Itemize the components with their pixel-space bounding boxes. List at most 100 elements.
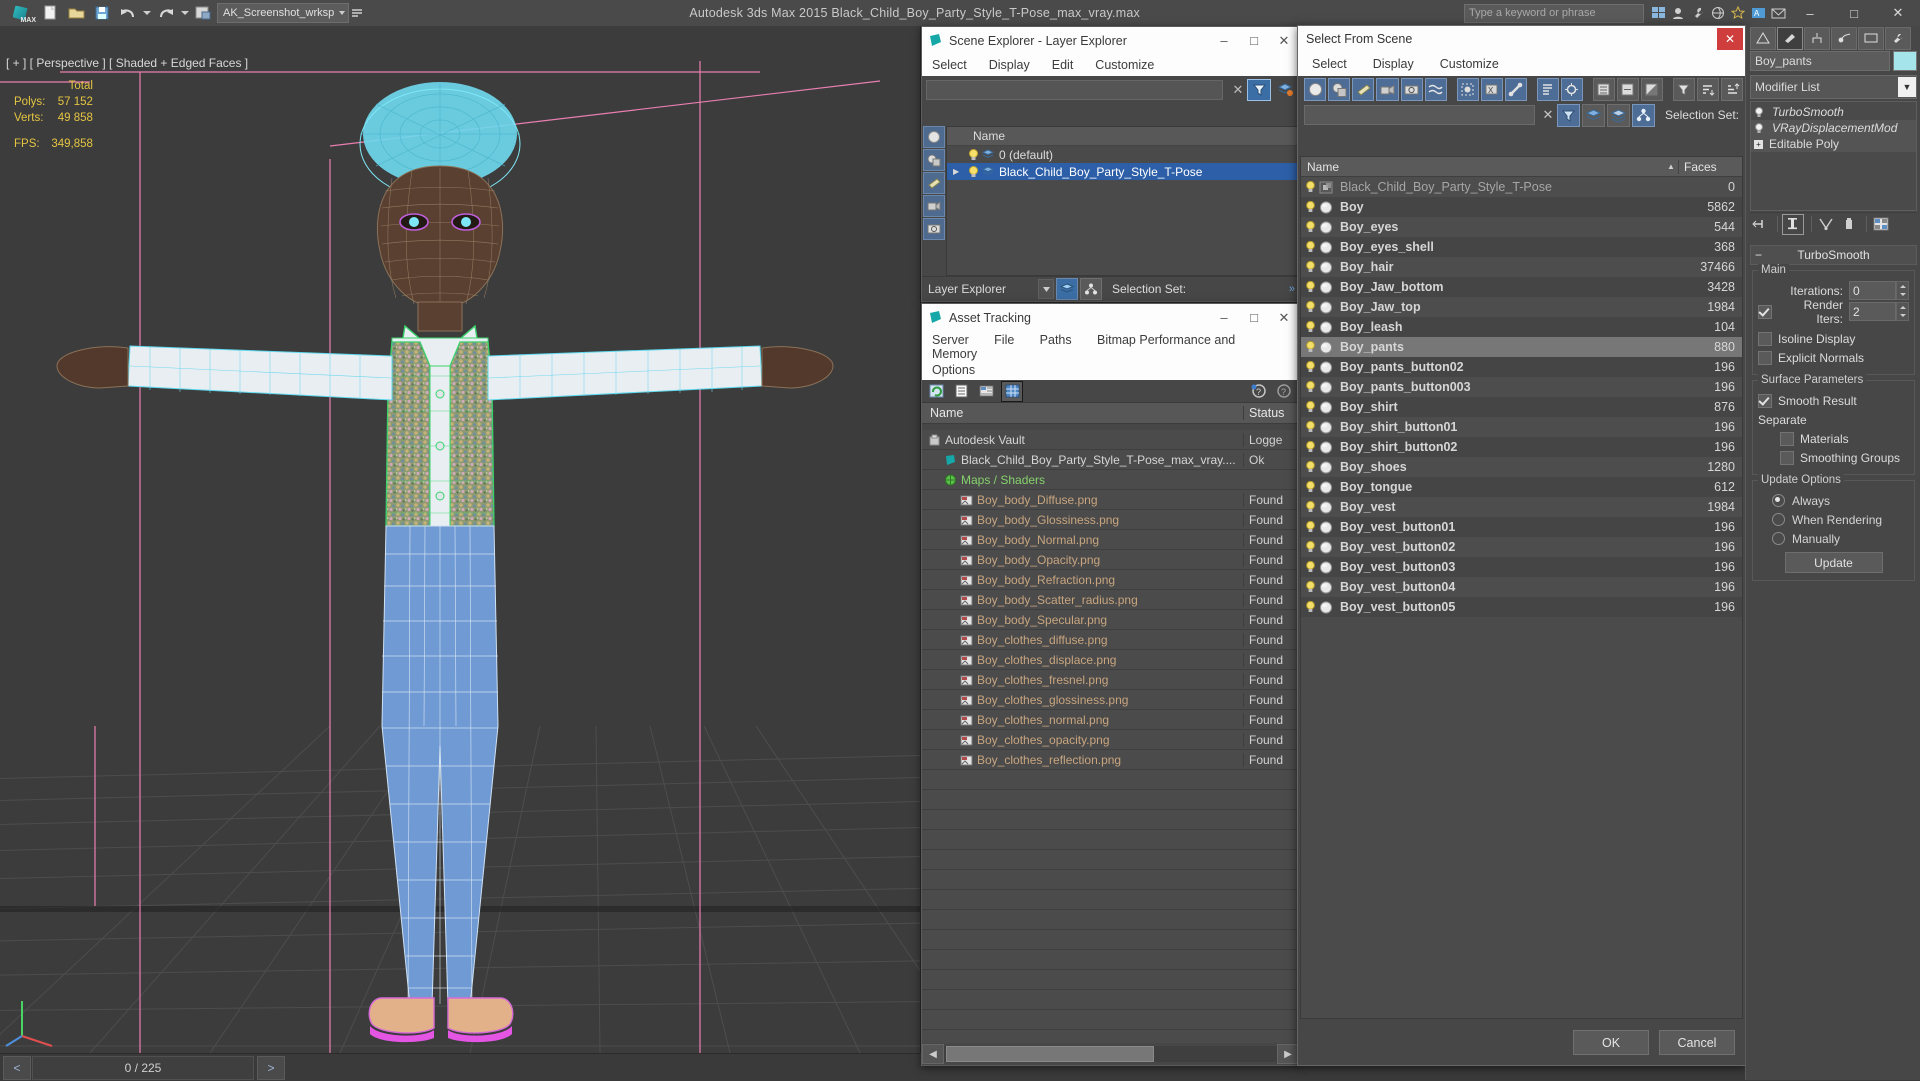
table-view-icon[interactable] xyxy=(1001,381,1023,402)
filter-geometry-icon[interactable] xyxy=(1304,78,1326,101)
asset-tracking-row[interactable]: Boy_clothes_reflection.pngFound xyxy=(922,750,1299,770)
asset-tracking-row[interactable]: Autodesk VaultLogge xyxy=(922,430,1299,450)
scene-explorer-filter-input[interactable] xyxy=(926,80,1223,100)
bulb-icon[interactable] xyxy=(1305,481,1316,493)
modifier-stack-item[interactable]: VRayDisplacementMod xyxy=(1751,120,1916,136)
scene-explorer-name-column-header[interactable]: Name xyxy=(947,127,1297,146)
keyword-search-input[interactable]: Type a keyword or phrase xyxy=(1464,4,1644,23)
expand-plus-icon[interactable]: + xyxy=(1754,140,1763,149)
select-from-scene-row[interactable]: Boy_eyes544 xyxy=(1301,217,1742,237)
select-layer-icon[interactable] xyxy=(1582,104,1605,127)
render-iters-checkbox[interactable] xyxy=(1758,305,1772,319)
bulb-icon[interactable] xyxy=(1305,201,1316,213)
filter-funnel-icon[interactable] xyxy=(1247,79,1271,101)
save-file-icon[interactable] xyxy=(89,1,115,25)
filter-geometry-icon[interactable] xyxy=(923,126,945,148)
bulb-icon[interactable] xyxy=(1305,541,1316,553)
asset-tracking-row[interactable]: Boy_body_Scatter_radius.pngFound xyxy=(922,590,1299,610)
asset-tracking-row[interactable]: Boy_clothes_diffuse.pngFound xyxy=(922,630,1299,650)
scene-explorer-maximize[interactable]: □ xyxy=(1239,27,1269,54)
select-from-scene-row[interactable]: Boy_shirt876 xyxy=(1301,397,1742,417)
clear-filter-icon[interactable]: ✕ xyxy=(1229,82,1247,98)
communication-center-icon[interactable] xyxy=(1769,3,1787,23)
expand-arrow-icon[interactable]: ▶ xyxy=(953,167,965,176)
asset-tracking-row[interactable]: Boy_clothes_fresnel.pngFound xyxy=(922,670,1299,690)
object-name-field[interactable]: Boy_pants xyxy=(1750,51,1890,71)
at-col-status[interactable]: Status xyxy=(1243,406,1299,420)
select-from-scene-dialog[interactable]: Select From Scene ✕ Select Display Custo… xyxy=(1297,25,1746,1066)
update-button[interactable]: Update xyxy=(1785,552,1883,573)
filter-shapes-icon[interactable] xyxy=(923,149,945,171)
update-always-radio[interactable] xyxy=(1772,494,1785,507)
next-frame-button[interactable]: > xyxy=(257,1056,285,1080)
new-file-icon[interactable] xyxy=(37,1,63,25)
filter-bones-icon[interactable] xyxy=(1505,78,1527,101)
prev-frame-button[interactable]: < xyxy=(3,1056,31,1080)
bulb-icon[interactable] xyxy=(1305,561,1316,573)
bulb-icon[interactable] xyxy=(968,166,979,178)
at-menu-file[interactable]: File xyxy=(994,333,1014,347)
select-from-scene-row[interactable]: Boy_tongue612 xyxy=(1301,477,1742,497)
tab-display[interactable] xyxy=(1858,27,1884,50)
scene-explorer-close[interactable]: ✕ xyxy=(1269,27,1299,54)
asset-tracking-row[interactable]: Boy_body_Glossiness.pngFound xyxy=(922,510,1299,530)
smooth-result-checkbox[interactable] xyxy=(1758,394,1772,408)
display-influences-icon[interactable] xyxy=(1561,78,1583,101)
smoothing-groups-checkbox[interactable] xyxy=(1780,451,1794,465)
select-from-scene-row[interactable]: Black_Child_Boy_Party_Style_T-Pose0 xyxy=(1301,177,1742,197)
favorite-star-icon[interactable] xyxy=(1729,3,1747,23)
asset-tracking-row[interactable]: Boy_body_Refraction.pngFound xyxy=(922,570,1299,590)
filter-lights-icon[interactable] xyxy=(1352,78,1374,101)
select-from-scene-row[interactable]: Boy_pants880 xyxy=(1301,337,1742,357)
layer-stack-icon[interactable] xyxy=(1275,83,1295,96)
bulb-icon[interactable] xyxy=(1754,123,1764,134)
bulb-icon[interactable] xyxy=(1305,321,1316,333)
select-from-scene-row[interactable]: Boy_pants_button003196 xyxy=(1301,377,1742,397)
bulb-icon[interactable] xyxy=(1305,581,1316,593)
bulb-icon[interactable] xyxy=(1305,221,1316,233)
turbosmooth-rollout-header[interactable]: − TurboSmooth xyxy=(1750,245,1917,265)
bulb-icon[interactable] xyxy=(1305,341,1316,353)
project-folder-icon[interactable] xyxy=(191,1,217,25)
se-menu-display[interactable]: Display xyxy=(989,58,1030,72)
select-hierarchy-icon[interactable] xyxy=(1632,104,1655,127)
explorer-mode-dropdown[interactable] xyxy=(1038,279,1054,299)
render-iters-spinner[interactable] xyxy=(1896,302,1909,321)
ss-menu-display[interactable]: Display xyxy=(1373,57,1414,71)
asset-tracking-minimize[interactable]: – xyxy=(1209,304,1239,331)
isoline-display-checkbox[interactable] xyxy=(1758,332,1772,346)
object-color-swatch[interactable] xyxy=(1893,51,1917,71)
expand-all-icon[interactable] xyxy=(1593,78,1615,101)
bulb-icon[interactable] xyxy=(1305,381,1316,393)
select-from-scene-close-button[interactable]: ✕ xyxy=(1717,28,1743,50)
asset-tracking-row[interactable]: Boy_body_Specular.pngFound xyxy=(922,610,1299,630)
ss-menu-customize[interactable]: Customize xyxy=(1440,57,1499,71)
expand-status-chevrons[interactable]: » xyxy=(1289,283,1295,295)
scrollbar-thumb[interactable] xyxy=(946,1046,1154,1062)
modifier-list-dropdown[interactable]: Modifier List ▼ xyxy=(1750,75,1917,99)
bulb-icon[interactable] xyxy=(1305,241,1316,253)
bulb-icon[interactable] xyxy=(1305,501,1316,513)
bulb-icon[interactable] xyxy=(1305,181,1316,193)
asset-tracking-maximize[interactable]: □ xyxy=(1239,304,1269,331)
undo-icon[interactable] xyxy=(115,1,141,25)
update-always-row[interactable]: Always xyxy=(1758,491,1909,510)
remove-modifier-icon[interactable] xyxy=(1839,215,1859,234)
add-help-icon[interactable]: ? xyxy=(1249,382,1269,401)
viewport-label[interactable]: [ + ] [ Perspective ] [ Shaded + Edged F… xyxy=(6,56,248,70)
bulb-icon[interactable] xyxy=(1305,301,1316,313)
maximize-window-button[interactable]: □ xyxy=(1832,0,1876,26)
command-panel[interactable]: Boy_pants Modifier List ▼ TurboSmoothVRa… xyxy=(1745,26,1920,1080)
se-menu-customize[interactable]: Customize xyxy=(1095,58,1154,72)
pin-stack-icon[interactable] xyxy=(1750,215,1770,234)
ss-col-faces[interactable]: Faces xyxy=(1678,160,1742,174)
asset-tracking-row[interactable]: Maps / Shaders xyxy=(922,470,1299,490)
redo-dropdown-icon[interactable] xyxy=(179,1,191,25)
bulb-icon[interactable] xyxy=(1305,281,1316,293)
select-from-scene-row[interactable]: Boy_vest_button02196 xyxy=(1301,537,1742,557)
select-from-scene-row[interactable]: Boy_vest_button01196 xyxy=(1301,517,1742,537)
make-unique-icon[interactable] xyxy=(1816,215,1836,234)
scroll-left-arrow[interactable]: ◀ xyxy=(922,1044,944,1064)
filter-groups-icon[interactable] xyxy=(1457,78,1479,101)
at-menu-bitmap-performance[interactable]: Bitmap Performance and Memory xyxy=(932,333,1235,361)
